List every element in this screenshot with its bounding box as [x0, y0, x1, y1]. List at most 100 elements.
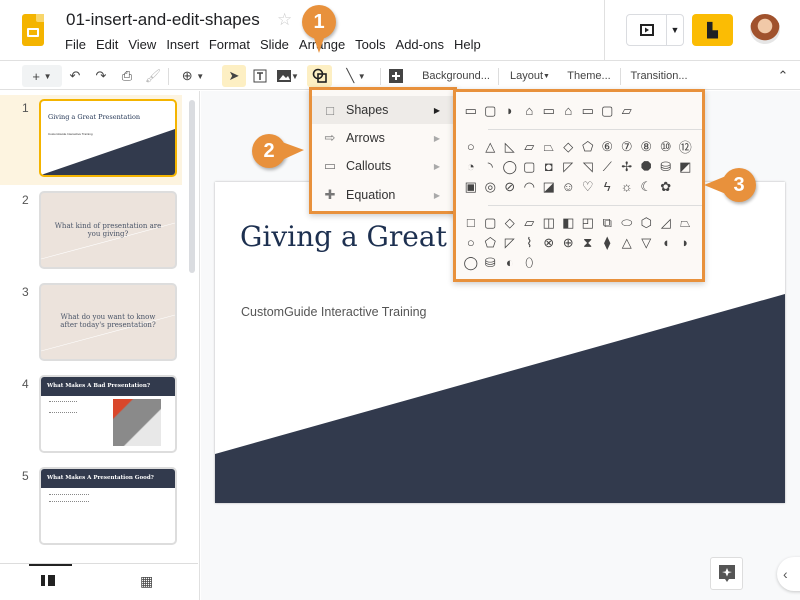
shape-option[interactable]: ☼	[617, 177, 637, 196]
shape-option[interactable]: ⧗	[578, 233, 598, 252]
shape-option[interactable]: ✢	[617, 157, 637, 176]
shape-option[interactable]: ○	[461, 137, 481, 156]
shape-option[interactable]: ⑦	[617, 137, 637, 156]
shape-option[interactable]: ▭	[539, 101, 559, 120]
shape-option[interactable]: ⛁	[481, 253, 501, 272]
shape-option[interactable]: ✿	[656, 177, 676, 196]
shape-option[interactable]: ◪	[539, 177, 559, 196]
present-icon[interactable]	[627, 15, 667, 45]
collapse-toolbar-icon[interactable]: ⌃	[774, 65, 792, 87]
shape-option[interactable]: ⑩	[656, 137, 676, 156]
present-button[interactable]: ▼	[626, 14, 684, 46]
shape-option[interactable]: ◯	[500, 157, 520, 176]
add-comment-icon[interactable]	[386, 65, 406, 87]
shape-option[interactable]: ☺	[559, 177, 579, 196]
shape-option[interactable]: ⯃	[637, 157, 657, 176]
shape-option[interactable]: ◧	[559, 213, 579, 232]
shape-option[interactable]: ▱	[520, 137, 540, 156]
shape-option[interactable]: ▣	[461, 177, 481, 196]
menu-format[interactable]: Format	[204, 37, 255, 52]
shape-option[interactable]: ⬭	[617, 213, 637, 232]
select-tool-icon[interactable]: ➤	[222, 65, 246, 87]
shape-option[interactable]: ◇	[559, 137, 579, 156]
shape-option[interactable]: ▱	[617, 101, 637, 120]
shape-option[interactable]: ◸	[500, 233, 520, 252]
share-button[interactable]: ▙	[692, 14, 733, 46]
slide-thumbnail-2[interactable]: What kind of presentation are you giving…	[39, 191, 177, 269]
shape-option[interactable]: ◺	[500, 137, 520, 156]
shape-option[interactable]: ⛁	[656, 157, 676, 176]
shape-option[interactable]: ⊗	[539, 233, 559, 252]
menu-slide[interactable]: Slide	[255, 37, 294, 52]
menu-addons[interactable]: Add-ons	[391, 37, 449, 52]
shape-option[interactable]: △	[481, 137, 501, 156]
slide-thumbnail-3[interactable]: What do you want to know after today's p…	[39, 283, 177, 361]
slide-subtitle[interactable]: CustomGuide Interactive Training	[241, 305, 427, 319]
menu-insert[interactable]: Insert	[161, 37, 204, 52]
explore-button[interactable]	[710, 557, 743, 590]
present-dropdown-icon[interactable]: ▼	[667, 15, 683, 45]
filmstrip-scrollbar[interactable]	[189, 100, 195, 273]
shape-option[interactable]: ◇	[500, 213, 520, 232]
menu-help[interactable]: Help	[449, 37, 486, 52]
document-title[interactable]: 01-insert-and-edit-shapes	[66, 10, 260, 30]
image-button[interactable]: ▼	[274, 65, 302, 87]
shape-option[interactable]: ☾	[637, 177, 657, 196]
menu-view[interactable]: View	[123, 37, 161, 52]
paint-format-icon[interactable]: 🖌	[144, 65, 162, 87]
undo-icon[interactable]: ↶	[66, 65, 84, 87]
shape-option[interactable]: ⑥	[598, 137, 618, 156]
shape-option[interactable]: ⑫	[676, 137, 696, 156]
shape-option[interactable]: ⬡	[637, 213, 657, 232]
shape-option[interactable]: □	[461, 213, 481, 232]
print-icon[interactable]: ⎙	[118, 65, 136, 87]
menu-item-arrows[interactable]: ⇨ Arrows ▶	[312, 124, 454, 152]
shape-option[interactable]: ⬠	[578, 137, 598, 156]
shape-option[interactable]: ▢	[481, 213, 501, 232]
grid-view-icon[interactable]: ▦	[140, 573, 153, 590]
shape-option[interactable]: ○	[461, 233, 481, 252]
shape-option[interactable]: ▭	[578, 101, 598, 120]
shape-option[interactable]: ◗	[676, 233, 696, 252]
shape-option[interactable]: ⏢	[539, 137, 559, 156]
shape-option[interactable]: ◯	[461, 253, 481, 272]
shape-option[interactable]: ⌂	[559, 101, 579, 120]
shape-option[interactable]: ◘	[539, 157, 559, 176]
shape-option[interactable]: ▱	[520, 213, 540, 232]
shape-option[interactable]: ϟ	[598, 177, 618, 196]
shape-option[interactable]: ◐	[500, 253, 520, 272]
shape-option[interactable]: ▢	[520, 157, 540, 176]
transition-button[interactable]: Transition...	[626, 65, 692, 87]
zoom-button[interactable]: ⊕ ▼	[176, 65, 210, 87]
background-button[interactable]: Background...	[416, 65, 496, 87]
shape-option[interactable]: ⌇	[520, 233, 540, 252]
shape-option[interactable]: ⏢	[676, 213, 696, 232]
shape-option[interactable]: ⊘	[500, 177, 520, 196]
shape-option[interactable]: ⑧	[637, 137, 657, 156]
redo-icon[interactable]: ↷	[92, 65, 110, 87]
shape-option[interactable]: ⊕	[559, 233, 579, 252]
menu-item-callouts[interactable]: ▭ Callouts ▶	[312, 152, 454, 180]
slide-thumbnail-4[interactable]: What Makes A Bad Presentation?	[39, 375, 177, 453]
shape-option[interactable]: ◹	[578, 157, 598, 176]
slide-thumbnail-1[interactable]: Giving a Great Presentation CustomGuide …	[39, 99, 177, 177]
line-button[interactable]: ╲ ▼	[338, 65, 374, 87]
shape-option[interactable]: ◿	[656, 213, 676, 232]
slide-thumbnail-5[interactable]: What Makes A Presentation Good?	[39, 467, 177, 545]
filmstrip-view-icon[interactable]	[41, 575, 55, 586]
shape-option[interactable]: ◔	[461, 157, 481, 176]
menu-edit[interactable]: Edit	[91, 37, 123, 52]
shape-option[interactable]: ◰	[578, 213, 598, 232]
menu-tools[interactable]: Tools	[350, 37, 390, 52]
shape-option[interactable]: ⬯	[520, 253, 540, 272]
shape-option[interactable]: ⟋	[598, 157, 618, 176]
shape-option[interactable]: ◝	[481, 157, 501, 176]
shape-option[interactable]: ♡	[578, 177, 598, 196]
text-box-icon[interactable]	[250, 65, 270, 87]
shape-option[interactable]: ◫	[539, 213, 559, 232]
shape-option[interactable]: ⧫	[598, 233, 618, 252]
shape-option[interactable]: ⌂	[520, 101, 540, 120]
slides-logo[interactable]	[22, 14, 44, 46]
menu-item-shapes[interactable]: □ Shapes ▶	[312, 96, 454, 124]
shape-option[interactable]: ◖	[656, 233, 676, 252]
